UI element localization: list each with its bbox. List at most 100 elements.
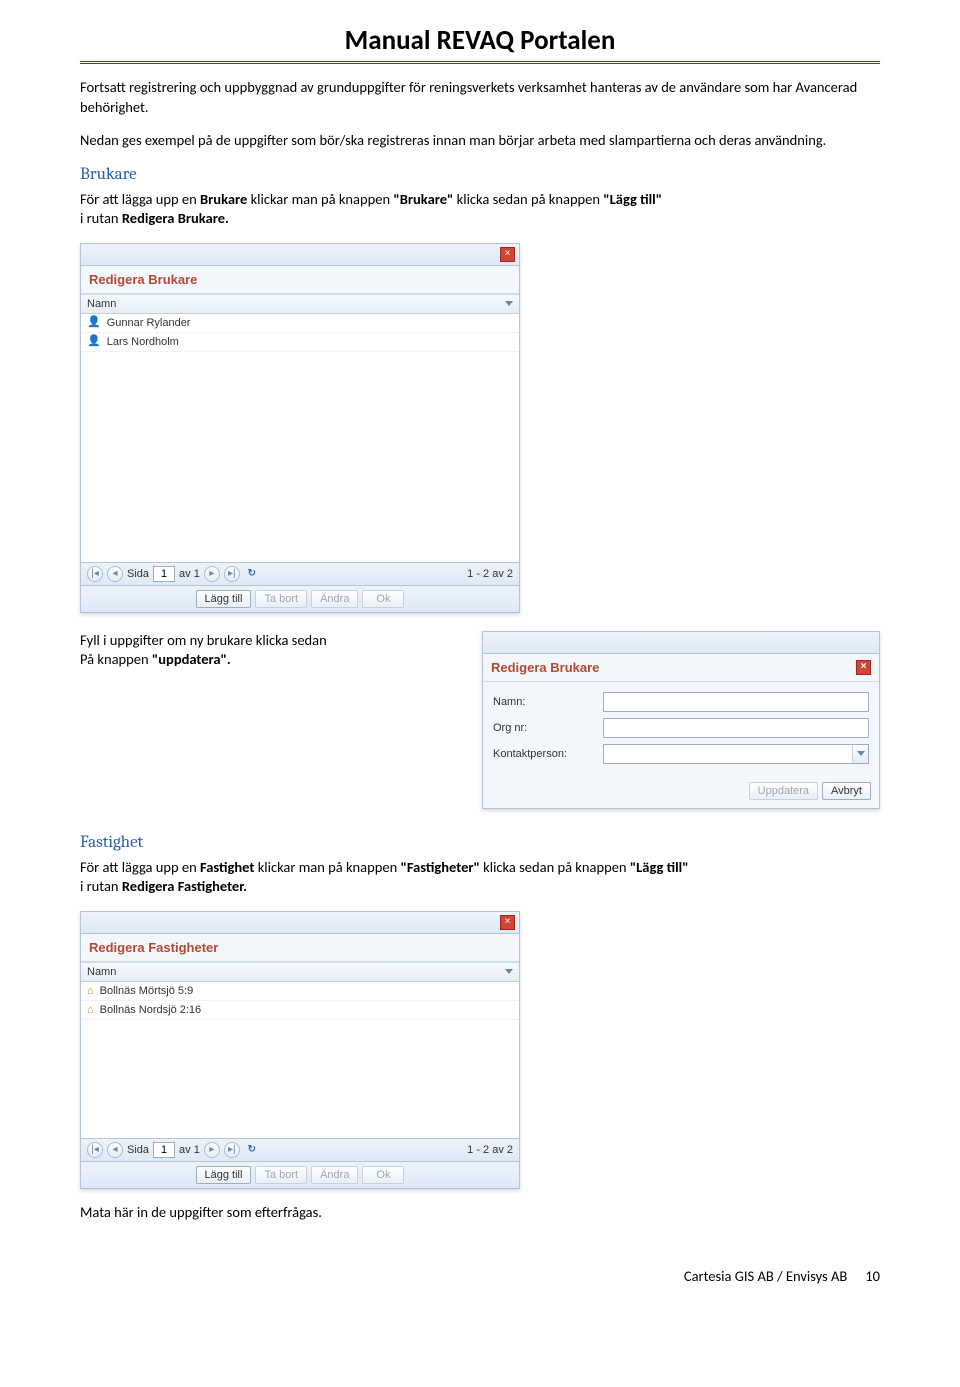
page-footer: Cartesia GIS AB / Envisys AB 10: [0, 1257, 960, 1301]
refresh-icon[interactable]: ↻: [244, 566, 260, 582]
list-item[interactable]: ⌂ Bollnäs Nordsjö 2:16: [81, 1001, 519, 1020]
form-row-namn: Namn:: [493, 692, 869, 712]
house-icon: ⌂: [87, 1004, 94, 1016]
list-item[interactable]: ⌂ Bollnäs Mörtsjö 5:9: [81, 982, 519, 1001]
form-body: Namn: Org nr: Kontaktperson:: [483, 682, 879, 776]
next-page-icon[interactable]: ▸: [204, 566, 220, 582]
text: Fyll i uppgifter om ny brukare klicka se…: [80, 631, 327, 649]
label-kontakt: Kontaktperson:: [493, 748, 603, 760]
close-icon: ×: [861, 662, 867, 672]
pager-page-input[interactable]: [153, 1142, 175, 1158]
close-button[interactable]: ×: [500, 915, 515, 930]
pager-label-side: Sida: [127, 568, 149, 580]
fastighet-instruction: För att lägga upp en Fastighet klickar m…: [80, 858, 880, 897]
last-page-icon[interactable]: ▸|: [224, 566, 240, 582]
edit-button[interactable]: Ändra: [311, 590, 358, 608]
form-buttons: Uppdatera Avbryt: [483, 776, 879, 808]
list-empty-area: [81, 352, 519, 562]
pager-count: 1 - 2 av 2: [467, 568, 513, 580]
delete-button[interactable]: Ta bort: [255, 1166, 307, 1184]
ok-button[interactable]: Ok: [362, 1166, 404, 1184]
org-field[interactable]: [603, 718, 869, 738]
column-header[interactable]: Namn: [81, 962, 519, 982]
bold: Redigera Fastigheter.: [122, 877, 247, 895]
panel-titlebar: ×: [81, 244, 519, 266]
button-bar: Lägg till Ta bort Ändra Ok: [81, 585, 519, 612]
ok-button[interactable]: Ok: [362, 590, 404, 608]
panel-title: Redigera Brukare ×: [483, 654, 879, 682]
intro-paragraph-2: Nedan ges exempel på de uppgifter som bö…: [80, 131, 880, 151]
update-button[interactable]: Uppdatera: [749, 782, 818, 800]
prev-page-icon[interactable]: ◂: [107, 566, 123, 582]
text: klickar man på knappen: [254, 858, 400, 876]
bold: Redigera Brukare.: [122, 209, 229, 227]
outro-text: Mata här in de uppgifter som efterfrågas…: [80, 1203, 880, 1223]
list-item-label: Gunnar Rylander: [107, 317, 191, 329]
page-title: Manual REVAQ Portalen: [80, 24, 880, 57]
close-button[interactable]: ×: [500, 247, 515, 262]
text: klickar man på knappen: [247, 190, 393, 208]
close-icon: ×: [505, 917, 511, 927]
edit-button[interactable]: Ändra: [311, 1166, 358, 1184]
footer-company: Cartesia GIS AB / Envisys AB: [684, 1267, 847, 1285]
text: klicka sedan på knappen: [453, 190, 603, 208]
last-page-icon[interactable]: ▸|: [224, 1142, 240, 1158]
house-icon: ⌂: [87, 985, 94, 997]
bold: "Lägg till": [603, 190, 662, 208]
first-page-icon[interactable]: |◂: [87, 1142, 103, 1158]
redigera-fastigheter-panel: × Redigera Fastigheter Namn ⌂ Bollnäs Mö…: [80, 911, 520, 1189]
column-header[interactable]: Namn: [81, 294, 519, 314]
prev-page-icon[interactable]: ◂: [107, 1142, 123, 1158]
list-item-label: Lars Nordholm: [107, 336, 179, 348]
list-item[interactable]: 👤 Lars Nordholm: [81, 333, 519, 352]
section-heading-brukare: Brukare: [80, 165, 880, 184]
pager: |◂ ◂ Sida av 1 ▸ ▸| ↻ 1 - 2 av 2: [81, 562, 519, 585]
next-page-icon[interactable]: ▸: [204, 1142, 220, 1158]
add-button[interactable]: Lägg till: [196, 590, 252, 608]
redigera-brukare-form: Redigera Brukare × Namn: Org nr: Kontakt…: [482, 631, 880, 809]
pager-label-av: av 1: [179, 568, 200, 580]
pager: |◂ ◂ Sida av 1 ▸ ▸| ↻ 1 - 2 av 2: [81, 1138, 519, 1161]
bold: Fastighet: [200, 858, 254, 876]
chevron-down-icon: [505, 301, 513, 306]
chevron-down-icon: [857, 751, 865, 756]
namn-field[interactable]: [603, 692, 869, 712]
panel-title: Redigera Fastigheter: [81, 934, 519, 962]
list-item[interactable]: 👤 Gunnar Rylander: [81, 314, 519, 333]
text: På knappen: [80, 650, 152, 668]
person-icon: 👤: [87, 317, 101, 328]
close-icon: ×: [505, 249, 511, 259]
bold: "Brukare": [393, 190, 453, 208]
bold: "Fastigheter": [400, 858, 479, 876]
form-row-kontakt: Kontaktperson:: [493, 744, 869, 764]
kontakt-combo[interactable]: [603, 744, 869, 764]
list-empty-area: [81, 1020, 519, 1138]
bold: "Lägg till": [630, 858, 689, 876]
cancel-button[interactable]: Avbryt: [822, 782, 871, 800]
list-item-label: Bollnäs Mörtsjö 5:9: [100, 985, 194, 997]
pager-page-input[interactable]: [153, 566, 175, 582]
panel-titlebar: ×: [81, 912, 519, 934]
text: klicka sedan på knappen: [480, 858, 630, 876]
add-button[interactable]: Lägg till: [196, 1166, 252, 1184]
label-namn: Namn:: [493, 696, 603, 708]
pager-label-av: av 1: [179, 1144, 200, 1156]
pager-label-side: Sida: [127, 1144, 149, 1156]
refresh-icon[interactable]: ↻: [244, 1142, 260, 1158]
close-button[interactable]: ×: [856, 660, 871, 675]
list-item-label: Bollnäs Nordsjö 2:16: [100, 1004, 202, 1016]
text: i rutan: [80, 877, 122, 895]
form-row-org: Org nr:: [493, 718, 869, 738]
redigera-brukare-panel: × Redigera Brukare Namn 👤 Gunnar Rylande…: [80, 243, 520, 613]
label-org: Org nr:: [493, 722, 603, 734]
title-rule: [80, 61, 880, 64]
text: För att lägga upp en: [80, 858, 200, 876]
column-name: Namn: [87, 966, 116, 978]
first-page-icon[interactable]: |◂: [87, 566, 103, 582]
intro-paragraph-1: Fortsatt registrering och uppbyggnad av …: [80, 78, 880, 117]
text: i rutan: [80, 209, 122, 227]
panel-titlebar: [483, 632, 879, 654]
panel-title: Redigera Brukare: [81, 266, 519, 294]
delete-button[interactable]: Ta bort: [255, 590, 307, 608]
text: För att lägga upp en: [80, 190, 200, 208]
